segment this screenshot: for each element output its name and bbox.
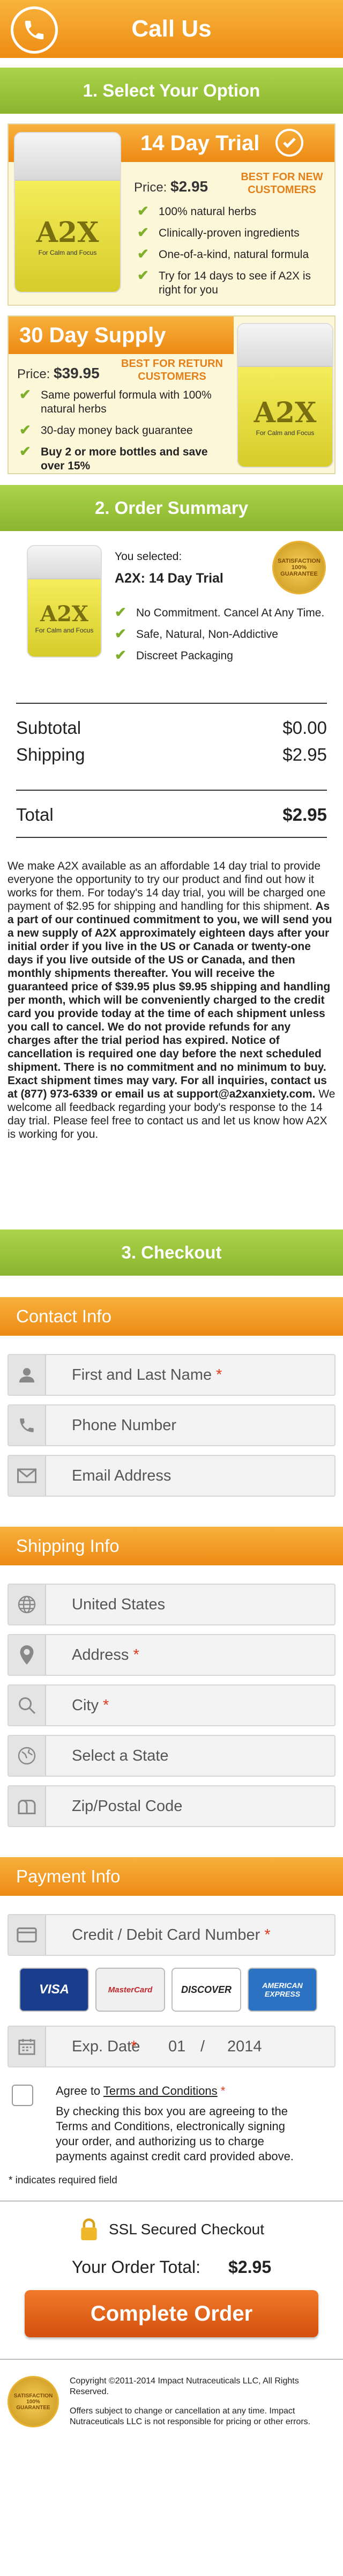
- expiry-date-field[interactable]: Exp. Date * 01 / 2014: [8, 2026, 335, 2067]
- email-field[interactable]: Email Address: [8, 1455, 335, 1497]
- option-price: Price: $2.95: [134, 178, 208, 195]
- total-row: Total $2.95: [16, 805, 327, 825]
- bottle-logo: A2X: [40, 601, 88, 627]
- a2x-bottle-image: A2X For Calm and Focus: [14, 132, 121, 293]
- trial-terms-text: We make A2X available as an affordable 1…: [8, 860, 335, 1140]
- order-summary-product: A2X For Calm and Focus You selected: A2X:…: [0, 531, 343, 703]
- summary-bullet: ✔ No Commitment. Cancel At Any Time.: [115, 604, 325, 620]
- feature-item: ✔ Clinically-proven ingredients: [137, 224, 300, 240]
- city-field[interactable]: City *: [8, 1684, 335, 1726]
- feature-item: ✔ Same powerful formula with 100% natural…: [19, 386, 212, 415]
- globe-icon: [9, 1736, 46, 1776]
- feature-item: ✔ 100% natural herbs: [137, 203, 257, 219]
- state-select[interactable]: Select a State: [8, 1735, 335, 1777]
- exp-month[interactable]: 01: [168, 2038, 200, 2056]
- option-badge: BEST FOR RETURN CUSTOMERS: [121, 358, 223, 382]
- bottle-tagline: For Calm and Focus: [38, 248, 97, 256]
- terms-description: By checking this box you are agreeing to…: [56, 2104, 294, 2163]
- a2x-bottle-image: A2X For Calm and Focus: [27, 545, 102, 658]
- footer: SATISFACTION 100% GUARANTEE Copyright ©2…: [0, 2376, 343, 2427]
- zip-field[interactable]: Zip/Postal Code: [8, 1785, 335, 1827]
- mastercard-logo: MasterCard: [95, 1968, 165, 2012]
- summary-bullet: ✔ Safe, Natural, Non-Addictive: [115, 625, 278, 642]
- you-selected-label: You selected:: [115, 550, 182, 563]
- phone-icon: [11, 6, 58, 54]
- feature-item: ✔ Buy 2 or more bottles and save over 15%: [19, 443, 208, 472]
- card-number-field[interactable]: Credit / Debit Card Number *: [8, 1914, 335, 1956]
- payment-info-heading: Payment Info: [0, 1857, 343, 1896]
- feature-item: ✔ 30-day money back guarantee: [19, 422, 193, 438]
- option-features: ✔ Same powerful formula with 100% natural…: [19, 386, 234, 473]
- complete-order-button[interactable]: Complete Order: [25, 2290, 318, 2337]
- address-field[interactable]: Address *: [8, 1634, 335, 1676]
- check-icon: ✔: [115, 625, 126, 642]
- call-us-bar[interactable]: Call Us: [0, 0, 343, 60]
- ssl-secured: SSL Secured Checkout: [0, 2218, 343, 2241]
- check-icon: ✔: [137, 246, 149, 262]
- user-icon: [9, 1355, 46, 1395]
- subtotal-row: Subtotal $0.00: [16, 718, 327, 738]
- option-features: ✔ 100% natural herbs ✔ Clinically-proven i…: [137, 203, 330, 305]
- terms-agreement: Agree to Terms and Conditions * By check…: [12, 2084, 343, 2164]
- check-icon: ✔: [137, 224, 149, 240]
- bottle-logo: A2X: [36, 216, 99, 249]
- visa-logo: VISA: [19, 1968, 89, 2012]
- exp-separator: /: [200, 2037, 205, 2055]
- check-icon: ✔: [115, 604, 126, 620]
- satisfaction-guarantee-seal: SATISFACTION 100% GUARANTEE: [8, 2376, 59, 2427]
- lock-icon: [81, 2218, 97, 2241]
- check-icon: ✔: [137, 203, 149, 219]
- credit-card-icon: [9, 1915, 46, 1955]
- calendar-icon: [9, 2027, 46, 2066]
- step-summary-heading: 2. Order Summary: [0, 485, 343, 531]
- phone-field[interactable]: Phone Number: [8, 1404, 335, 1446]
- step-checkout-heading: 3. Checkout: [0, 1230, 343, 1276]
- check-icon: ✔: [19, 386, 31, 402]
- satisfaction-guarantee-seal: SATISFACTION 100% GUARANTEE: [272, 541, 326, 594]
- a2x-bottle-image: A2X For Calm and Focus: [237, 323, 333, 468]
- envelope-icon: [9, 1456, 46, 1496]
- bottle-logo: A2X: [253, 396, 317, 430]
- check-icon: ✔: [137, 267, 149, 283]
- amex-logo: AMERICAN EXPRESS: [248, 1968, 317, 2012]
- contact-info-heading: Contact Info: [0, 1297, 343, 1336]
- check-icon: ✔: [19, 422, 31, 438]
- feature-item: ✔ Try for 14 days to see if A2X is right …: [137, 267, 311, 296]
- mailbox-icon: [9, 1786, 46, 1826]
- option-badge: BEST FOR NEW CUSTOMERS: [241, 171, 323, 196]
- terms-checkbox[interactable]: [12, 2085, 33, 2106]
- required-note: * indicates required field: [9, 2175, 117, 2186]
- copyright-text: Copyright ©2011-2014 Impact Nutraceutica…: [70, 2376, 299, 2396]
- discover-logo: DISCOVER: [172, 1968, 241, 2012]
- country-select[interactable]: United States: [8, 1584, 335, 1625]
- shipping-info-heading: Shipping Info: [0, 1527, 343, 1565]
- order-total: Your Order Total: $2.95: [71, 2257, 272, 2277]
- check-icon: ✔: [115, 647, 126, 663]
- city-search-icon: [9, 1686, 46, 1725]
- check-icon: ✔: [19, 443, 31, 459]
- globe-icon: [9, 1585, 46, 1624]
- option-30-day-supply[interactable]: 30 Day Supply Price: $39.95 BEST FOR RET…: [8, 315, 335, 474]
- map-pin-icon: [9, 1635, 46, 1675]
- feature-item: ✔ One-of-a-kind, natural formula: [137, 246, 309, 262]
- shipping-row: Shipping $2.95: [16, 745, 327, 764]
- price-breakdown: Subtotal $0.00 Shipping $2.95 Total $2.95: [0, 703, 343, 838]
- phone-icon: [9, 1405, 46, 1445]
- bottle-tagline: For Calm and Focus: [35, 627, 94, 635]
- bottle-tagline: For Calm and Focus: [256, 429, 315, 437]
- option-title: 30 Day Supply: [9, 317, 234, 354]
- accepted-cards: VISA MasterCard DISCOVER AMERICAN EXPRES…: [19, 1968, 343, 2012]
- selected-product: A2X: 14 Day Trial: [115, 571, 223, 586]
- option-14-day-trial[interactable]: 14 Day Trial A2X For Calm and Focus Price…: [8, 123, 335, 306]
- disclaimer-text: Offers subject to change or cancellation…: [70, 2406, 311, 2426]
- summary-bullet: ✔ Discreet Packaging: [115, 647, 233, 663]
- summary-bullets: ✔ No Commitment. Cancel At Any Time. ✔ Saf…: [115, 604, 329, 671]
- terms-link[interactable]: Terms and Conditions: [103, 2084, 218, 2097]
- name-field[interactable]: First and Last Name *: [8, 1354, 335, 1396]
- option-price: Price: $39.95: [17, 365, 100, 381]
- step-select-heading: 1. Select Your Option: [0, 68, 343, 114]
- exp-year[interactable]: 2014: [227, 2038, 262, 2056]
- selected-check-icon: [275, 129, 303, 157]
